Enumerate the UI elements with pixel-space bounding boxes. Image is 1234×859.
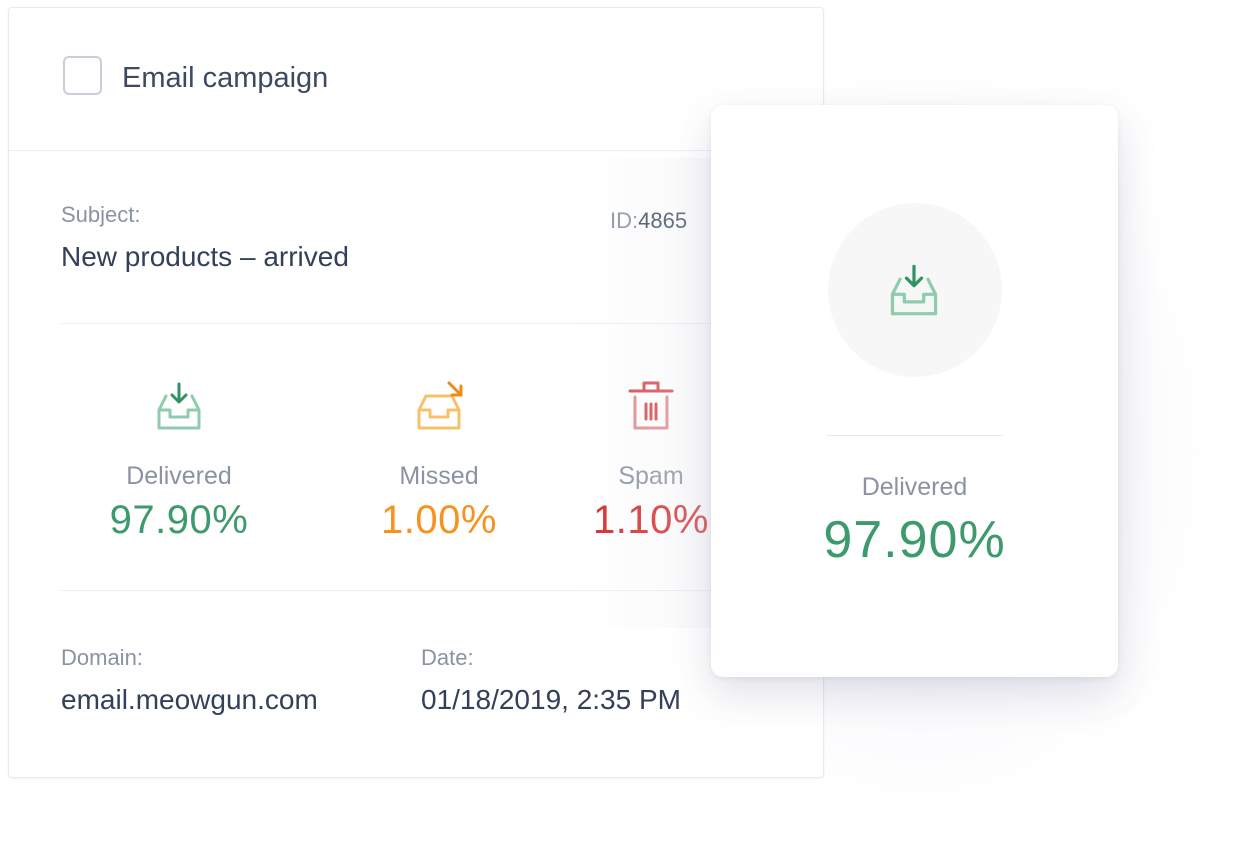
date-value: 01/18/2019, 2:35 PM (421, 684, 681, 715)
popup-value: 97.90% (823, 511, 1006, 569)
stat-label: Missed (399, 462, 479, 490)
stat-label: Delivered (126, 462, 232, 490)
subject-label: Subject: (61, 202, 141, 227)
stat-missed: Missed 1.00% (329, 380, 549, 543)
stat-value: 1.00% (381, 498, 497, 542)
delivered-popup-card: Delivered 97.90% (711, 105, 1118, 677)
inbox-missed-icon (413, 380, 465, 432)
inbox-download-icon (886, 262, 942, 318)
inbox-download-icon (153, 380, 205, 432)
date-label: Date: (421, 645, 474, 670)
stage: Email campaign Subject: New products – a… (0, 0, 1234, 859)
domain-label: Domain: (61, 645, 143, 670)
stat-value: 97.90% (109, 498, 249, 542)
stat-delivered: Delivered 97.90% (69, 380, 289, 543)
campaign-id: ID:4865 (610, 207, 687, 235)
domain-value: email.meowgun.com (61, 684, 318, 715)
select-checkbox[interactable] (63, 56, 102, 95)
campaign-card: Email campaign Subject: New products – a… (8, 7, 824, 778)
divider-top (61, 323, 771, 324)
icon-circle (828, 203, 1002, 377)
divider-bottom (61, 590, 771, 591)
id-label: ID: (610, 208, 639, 233)
id-value: 4865 (638, 208, 688, 233)
popup-divider (827, 435, 1003, 436)
campaign-title: Email campaign (122, 62, 329, 94)
trash-icon (625, 380, 677, 432)
subject-value: New products – arrived (61, 241, 349, 272)
card-header: Email campaign (9, 8, 823, 151)
popup-label: Delivered (861, 473, 968, 501)
